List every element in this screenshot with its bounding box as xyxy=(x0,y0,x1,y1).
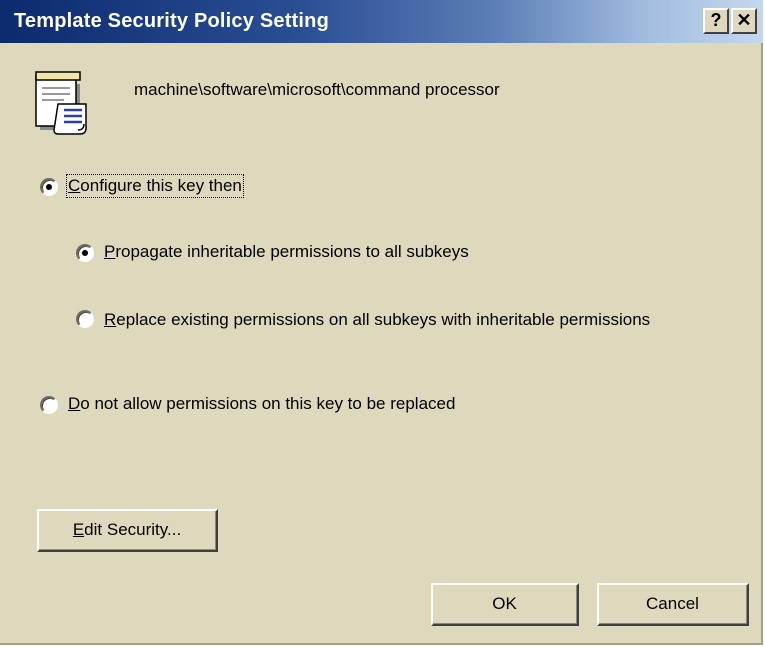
help-button[interactable]: ? xyxy=(703,8,729,34)
radio-button-checked[interactable] xyxy=(40,178,58,196)
ok-button[interactable]: OK xyxy=(431,583,579,626)
configure-key-label: Configure this key then xyxy=(66,174,244,198)
cancel-button[interactable]: Cancel xyxy=(597,583,749,626)
replace-permissions-label: Replace existing permissions on all subk… xyxy=(104,310,651,329)
title-bar[interactable]: Template Security Policy Setting ? ✕ xyxy=(0,0,763,43)
deny-replace-label: Do not allow permissions on this key to … xyxy=(68,394,456,413)
radio-button-unchecked[interactable] xyxy=(40,396,58,414)
edit-security-label: Edit Security... xyxy=(39,511,216,550)
close-icon: ✕ xyxy=(736,10,752,30)
propagate-permissions-label: Propagate inheritable permissions to all… xyxy=(104,242,469,261)
radio-button-unchecked[interactable] xyxy=(76,310,94,328)
cancel-label: Cancel xyxy=(599,585,747,624)
window-title: Template Security Policy Setting xyxy=(14,10,330,32)
deny-replace-radio[interactable]: Do not allow permissions on this key to … xyxy=(40,394,455,414)
edit-security-button[interactable]: Edit Security... xyxy=(37,509,218,552)
dialog-window: Template Security Policy Setting ? ✕ mac… xyxy=(0,0,763,645)
document-scroll-icon xyxy=(35,71,87,135)
configure-key-radio[interactable]: Configure this key then xyxy=(40,174,244,198)
close-button[interactable]: ✕ xyxy=(731,8,757,34)
replace-permissions-radio[interactable]: Replace existing permissions on all subk… xyxy=(76,308,696,331)
propagate-permissions-radio[interactable]: Propagate inheritable permissions to all… xyxy=(76,242,469,262)
ok-label: OK xyxy=(433,585,577,624)
help-icon: ? xyxy=(710,10,722,30)
radio-button-checked[interactable] xyxy=(76,244,94,262)
registry-path: machine\software\microsoft\command proce… xyxy=(134,80,500,99)
